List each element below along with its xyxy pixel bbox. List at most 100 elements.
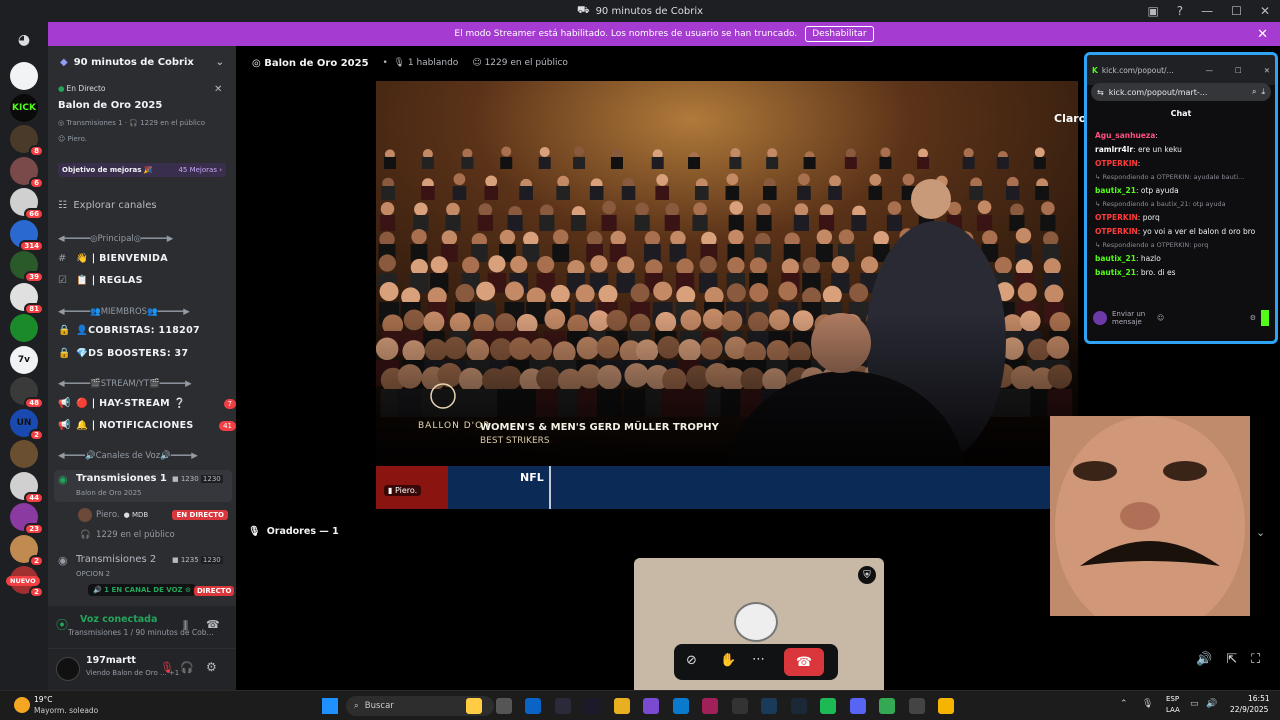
chat-username[interactable]: bautix_21 (1095, 268, 1136, 277)
fullscreen-icon[interactable]: ⛶ (1251, 652, 1260, 667)
server-icon-7[interactable]: 81 (10, 282, 44, 315)
emote-icon[interactable]: ☺ (1157, 314, 1164, 322)
volume-tray-icon[interactable]: 🔊 (1206, 699, 1217, 709)
shield-icon[interactable]: ⛨ (858, 566, 876, 584)
voice-user-piero[interactable]: Piero. ● MDB EN DIRECTO (78, 508, 228, 522)
voice-audience[interactable]: 🎧 1229 en el público (80, 530, 175, 540)
voice-connected-title[interactable]: Voz conectada (80, 614, 157, 625)
app-icon[interactable] (908, 698, 925, 714)
server-icon-8[interactable] (10, 314, 38, 342)
channel-item[interactable]: 📢 🔴 | HAY-STREAM ❔ 7 (58, 398, 246, 409)
kick-chat-input[interactable]: Enviar un mensaje (1112, 310, 1152, 326)
task-view-icon[interactable] (495, 698, 512, 714)
explore-channels[interactable]: ☷ Explorar canales (58, 200, 246, 211)
server-icon-3[interactable]: 6 (10, 156, 44, 189)
discord-icon[interactable] (849, 698, 866, 714)
popout-icon[interactable]: ⇱ (1226, 652, 1237, 667)
language-code[interactable]: ESP (1166, 695, 1179, 703)
store-icon[interactable] (584, 698, 600, 714)
chat-username[interactable]: OTPERKIN (1095, 159, 1138, 168)
voice-channel-1[interactable]: ◉ Transmisiones 1 Balon de Oro 2025 ■ 12… (54, 470, 232, 502)
chat-username[interactable]: Agu_sanhueza (1095, 131, 1155, 140)
server-header[interactable]: ◆ 90 minutos de Cobrix ⌄ (48, 46, 236, 78)
server-icon-5[interactable]: 314 (10, 219, 44, 252)
app-icon[interactable] (761, 698, 777, 714)
more-icon[interactable]: ⋯ (752, 652, 765, 667)
chat-username[interactable]: OTPERKIN (1095, 227, 1138, 236)
chat-username[interactable]: OTPERKIN (1095, 213, 1138, 222)
server-icon-12[interactable] (10, 440, 38, 468)
kick-maximize[interactable]: ☐ (1235, 66, 1242, 75)
channel-category[interactable]: ◀━━━━━🎬STREAM/YT🎬━━━━━▶ (58, 379, 246, 389)
inbox-icon[interactable]: ▣ (1147, 4, 1158, 18)
network-icon[interactable]: ▭ (1190, 699, 1199, 709)
kick-address-bar[interactable]: ⇆ kick.com/popout/mart-... ⌕ ⤓ (1091, 83, 1271, 101)
close-window-button[interactable]: ✕ (1260, 4, 1270, 18)
soundboard-icon[interactable]: ⫼ (183, 619, 188, 633)
close-banner-icon[interactable]: ✕ (1257, 27, 1268, 42)
outlook-icon[interactable] (525, 698, 541, 714)
disable-streamer-button[interactable]: Deshabilitar (805, 26, 874, 42)
app-icon[interactable] (938, 698, 954, 714)
maximize-button[interactable]: ☐ (1231, 4, 1242, 18)
zoom-icon[interactable]: ⌕ (1252, 87, 1256, 97)
server-icon-13[interactable]: 44 (10, 471, 44, 504)
minimize-button[interactable]: — (1201, 4, 1213, 18)
channel-category[interactable]: ◀━━━━🔊Canales de Voz🔊━━━━▶ (58, 451, 246, 461)
channel-item[interactable]: # 👋 | BIENVENIDA (58, 253, 246, 264)
download-icon[interactable]: ⤓ (1261, 87, 1265, 97)
discord-home-icon[interactable]: ◕ (10, 26, 38, 54)
channel-item[interactable]: ☑ 📋 | REGLAS (58, 275, 246, 286)
spotify-icon[interactable] (820, 698, 836, 714)
server-icon-0[interactable] (10, 62, 38, 90)
kick-minimize[interactable]: — (1205, 66, 1213, 75)
start-button[interactable] (322, 698, 338, 714)
volume-icon[interactable]: 🔊 (1196, 652, 1212, 667)
boost-goal-bar[interactable]: Objetivo de mejoras 🎉 45 Mejoras › (58, 163, 226, 177)
settings-icon[interactable]: ⚙ (1250, 314, 1256, 322)
steam-icon[interactable] (790, 698, 807, 714)
chat-username[interactable]: bautix_21 (1095, 254, 1136, 263)
close-live-icon[interactable]: ✕ (214, 84, 222, 95)
server-icon-1[interactable]: KICK (10, 93, 38, 122)
server-icon-15[interactable]: 2 (10, 534, 44, 567)
site-settings-icon[interactable]: ⇆ (1097, 88, 1104, 97)
send-icon[interactable] (1261, 310, 1269, 326)
server-icon-6[interactable]: 39 (10, 251, 44, 283)
chat-username[interactable]: ramlrr4lr (1095, 145, 1133, 154)
kick-close[interactable]: ✕ (1264, 66, 1270, 75)
stream-video[interactable]: BALLON D'OR WOMEN'S & MEN'S GERD MÜLLER … (376, 81, 1078, 509)
voice-channel-2[interactable]: ◉ Transmisiones 2 OPCION 2 ■ 1235 1230 (54, 552, 232, 582)
clock-time[interactable]: 16:51 (1248, 694, 1270, 703)
channel-category[interactable]: ◀━━━━━◎Principal◎━━━━━▶ (58, 234, 246, 244)
mic-icon[interactable] (1093, 311, 1107, 325)
chrome-icon[interactable] (879, 698, 895, 714)
edge-icon[interactable] (672, 698, 689, 714)
channel-item[interactable]: 📢 🔔 | NOTIFICACIONES 41 (58, 420, 246, 431)
avatar[interactable] (56, 657, 80, 681)
weather-icon[interactable] (14, 697, 30, 713)
leave-call-button[interactable]: ☎ (784, 648, 824, 676)
app-icon[interactable] (731, 698, 748, 714)
gear-icon[interactable]: ⚙ (206, 660, 217, 674)
channel-item[interactable]: 🔒 💎DS BOOSTERS: 37 (58, 348, 246, 359)
tray-chevron-icon[interactable]: ⌃ (1120, 699, 1128, 709)
server-icon-9[interactable]: 7v (10, 345, 38, 374)
live-title[interactable]: Balon de Oro 2025 (58, 100, 246, 111)
file-explorer-icon[interactable] (613, 698, 630, 714)
username[interactable]: 197martt (86, 655, 136, 666)
steam-icon[interactable] (554, 698, 571, 714)
channel-item[interactable]: 🔒 👤COBRISTAS: 118207 (58, 325, 246, 336)
server-icon-2[interactable]: 8 (10, 125, 44, 157)
server-icon-14[interactable]: 23 (10, 503, 44, 535)
disconnect-icon[interactable]: ☎ (206, 618, 220, 631)
mic-tray-icon[interactable]: 🎙 (1142, 699, 1153, 709)
kick-chat-tab[interactable]: Chat (1087, 109, 1275, 118)
headphones-icon[interactable]: 🎧 (180, 661, 194, 674)
help-icon[interactable]: ? (1177, 4, 1183, 18)
chat-username[interactable]: bautix_21 (1095, 186, 1136, 195)
widget-icon[interactable] (466, 698, 482, 714)
mute-icon[interactable]: 🎙 (160, 661, 174, 674)
app-icon[interactable] (702, 698, 718, 714)
copilot-icon[interactable] (643, 698, 659, 714)
